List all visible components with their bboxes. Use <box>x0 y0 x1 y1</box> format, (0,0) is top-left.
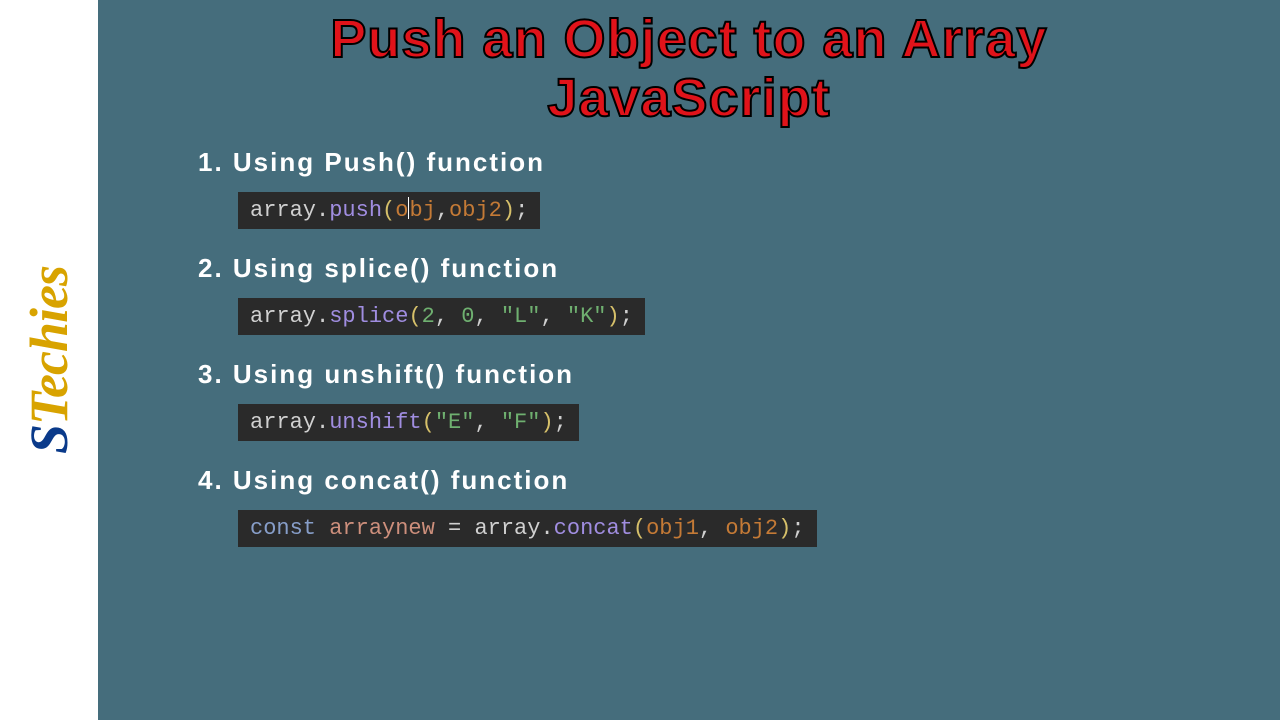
tok-obj: array <box>250 198 316 223</box>
tok-open-paren: ( <box>382 198 395 223</box>
tok-c2: , <box>474 304 500 329</box>
code-block-unshift: array.unshift("E", "F"); <box>238 404 579 441</box>
tok-sp2 <box>435 516 448 541</box>
logo-letter-t: T <box>19 398 79 425</box>
tok-arg1a: o <box>395 198 408 223</box>
logo: STechies <box>18 266 80 454</box>
section-unshift: 3. Using unshift() function array.unshif… <box>198 359 1240 441</box>
section-splice: 2. Using splice() function array.splice(… <box>198 253 1240 335</box>
tok-close-paren: ) <box>606 304 619 329</box>
tok-close-paren: ) <box>778 516 791 541</box>
sidebar: STechies <box>0 0 98 720</box>
tok-obj: array <box>250 410 316 435</box>
tok-open-paren: ( <box>422 410 435 435</box>
tok-semi: ; <box>620 304 633 329</box>
section-heading: 3. Using unshift() function <box>198 359 1240 390</box>
tok-method: splice <box>329 304 408 329</box>
code-block-push: array.push(obj,obj2); <box>238 192 540 229</box>
tok-dot: . <box>540 516 553 541</box>
tok-obj: array <box>474 516 540 541</box>
tok-c3: , <box>540 304 566 329</box>
tok-dot: . <box>316 304 329 329</box>
logo-letters-ech: ech <box>19 323 79 398</box>
tok-kw: const <box>250 516 316 541</box>
tok-arg1b: bj <box>409 198 435 223</box>
title-line-1: Push an Object to an Array <box>330 9 1047 69</box>
code-block-concat: const arraynew = array.concat(obj1, obj2… <box>238 510 817 547</box>
tok-str1: "E" <box>435 410 475 435</box>
code-block-splice: array.splice(2, 0, "L", "K"); <box>238 298 645 335</box>
tok-str2: "K" <box>567 304 607 329</box>
tok-semi: ; <box>554 410 567 435</box>
tok-str1: "L" <box>501 304 541 329</box>
tok-sp3 <box>461 516 474 541</box>
section-push: 1. Using Push() function array.push(obj,… <box>198 147 1240 229</box>
tok-method: unshift <box>329 410 421 435</box>
tok-var: arraynew <box>329 516 435 541</box>
tok-comma: , <box>436 198 449 223</box>
tok-eq: = <box>448 516 461 541</box>
tok-num1: 2 <box>422 304 435 329</box>
tok-dot: . <box>316 410 329 435</box>
page-title: Push an Object to an Array JavaScript <box>138 10 1240 129</box>
text-caret-icon <box>408 197 409 219</box>
tok-open-paren: ( <box>633 516 646 541</box>
tok-dot: . <box>316 198 329 223</box>
section-heading: 2. Using splice() function <box>198 253 1240 284</box>
tok-semi: ; <box>791 516 804 541</box>
tok-c1: , <box>474 410 500 435</box>
logo-letters-ies: ies <box>19 266 79 323</box>
tok-num2: 0 <box>461 304 474 329</box>
tok-sp1 <box>316 516 329 541</box>
section-concat: 4. Using concat() function const arrayne… <box>198 465 1240 547</box>
tok-c1: , <box>435 304 461 329</box>
tok-method: concat <box>554 516 633 541</box>
tok-close-paren: ) <box>540 410 553 435</box>
tok-close-paren: ) <box>502 198 515 223</box>
main-content: Push an Object to an Array JavaScript 1.… <box>98 0 1280 720</box>
tok-semi: ; <box>515 198 528 223</box>
tok-open-paren: ( <box>408 304 421 329</box>
tok-arg2: obj2 <box>449 198 502 223</box>
tok-arg2: obj2 <box>725 516 778 541</box>
tok-str2: "F" <box>501 410 541 435</box>
section-heading: 4. Using concat() function <box>198 465 1240 496</box>
title-line-2: JavaScript <box>547 68 830 128</box>
tok-method: push <box>329 198 382 223</box>
tok-c1: , <box>699 516 725 541</box>
tok-arg1: obj1 <box>646 516 699 541</box>
logo-letter-s: S <box>19 425 79 454</box>
section-heading: 1. Using Push() function <box>198 147 1240 178</box>
tok-obj: array <box>250 304 316 329</box>
